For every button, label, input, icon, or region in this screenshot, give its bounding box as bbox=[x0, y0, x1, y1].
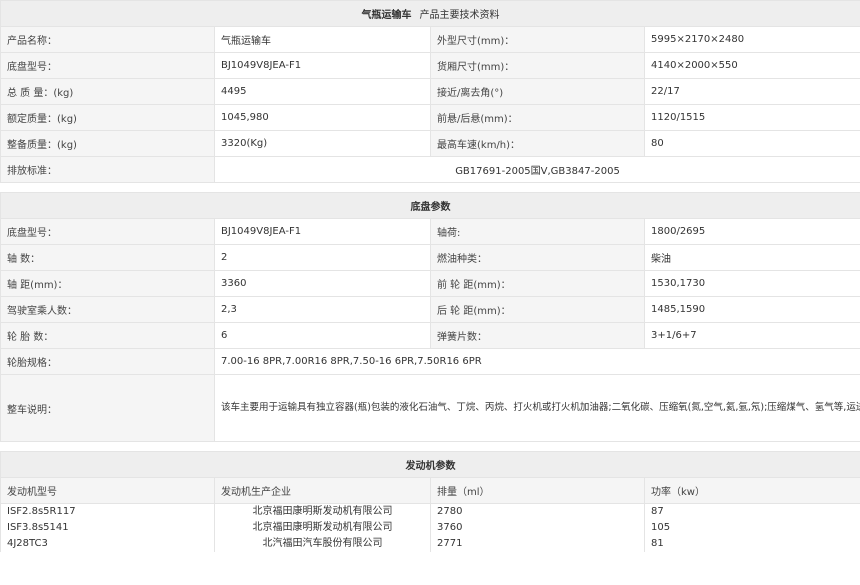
engine-row: ISF3.8s5141 北京福田康明斯发动机有限公司 3760 105 bbox=[0, 520, 860, 536]
spec-label: 驾驶室乘人数： bbox=[0, 296, 215, 323]
spec-label: 货厢尺寸(mm)： bbox=[430, 52, 645, 79]
spec-row: 产品名称： 气瓶运输车 外型尺寸(mm)： 5995×2170×2480 bbox=[0, 26, 860, 53]
spec-label: 底盘型号： bbox=[0, 52, 215, 79]
spec-value: 3360 bbox=[214, 270, 431, 297]
engine-displacement: 2780 bbox=[430, 503, 645, 520]
tire-spec-row: 轮胎规格： 7.00-16 8PR,7.00R16 8PR,7.50-16 6P… bbox=[0, 348, 860, 375]
spec-value: 5995×2170×2480 bbox=[644, 26, 860, 53]
vehicle-description-text: 该车主要用于运输具有独立容器(瓶)包装的液化石油气、丁烷、丙烷、打火机或打火机加… bbox=[214, 374, 860, 442]
engine-spec-table: 发动机参数 发动机型号 发动机生产企业 排量（ml） 功率（kw） ISF2.8… bbox=[0, 451, 860, 552]
engine-manufacturer: 北京福田康明斯发动机有限公司 bbox=[214, 520, 431, 536]
tire-spec-label: 轮胎规格： bbox=[0, 348, 215, 375]
spec-value: 1045,980 bbox=[214, 104, 431, 131]
spec-row: 总 质 量：(kg) 4495 接近/离去角(°) 22/17 bbox=[0, 78, 860, 105]
spec-value: 2 bbox=[214, 244, 431, 271]
chassis-title: 底盘参数 bbox=[0, 192, 860, 219]
spec-value: 2,3 bbox=[214, 296, 431, 323]
spec-value: 1120/1515 bbox=[644, 104, 860, 131]
product-spec-table: 气瓶运输车 产品主要技术资料 产品名称： 气瓶运输车 外型尺寸(mm)： 5995… bbox=[0, 0, 860, 183]
spec-value: BJ1049V8JEA-F1 bbox=[214, 218, 431, 245]
spec-label: 整备质量：(kg) bbox=[0, 130, 215, 157]
spec-page: 气瓶运输车 产品主要技术资料 产品名称： 气瓶运输车 外型尺寸(mm)： 5995… bbox=[0, 0, 860, 585]
spec-label: 后 轮 距(mm)： bbox=[430, 296, 645, 323]
spec-label: 燃油种类： bbox=[430, 244, 645, 271]
engine-title-row: 发动机参数 bbox=[0, 451, 860, 478]
spec-label: 最高车速(km/h)： bbox=[430, 130, 645, 157]
engine-displacement: 2771 bbox=[430, 536, 645, 552]
engine-manufacturer: 北京福田康明斯发动机有限公司 bbox=[214, 503, 431, 520]
engine-header-cell: 发动机生产企业 bbox=[214, 477, 431, 504]
spec-row: 轴 距(mm)： 3360 前 轮 距(mm)： 1530,1730 bbox=[0, 270, 860, 297]
spec-row: 轮 胎 数： 6 弹簧片数： 3+1/6+7 bbox=[0, 322, 860, 349]
engine-header-cell: 发动机型号 bbox=[0, 477, 215, 504]
spec-value: 4140×2000×550 bbox=[644, 52, 860, 79]
engine-header-row: 发动机型号 发动机生产企业 排量（ml） 功率（kw） bbox=[0, 477, 860, 504]
spec-value: 气瓶运输车 bbox=[214, 26, 431, 53]
spec-label: 轴 数： bbox=[0, 244, 215, 271]
engine-header-cell: 排量（ml） bbox=[430, 477, 645, 504]
spec-label: 轴荷: bbox=[430, 218, 645, 245]
spec-value: 1530,1730 bbox=[644, 270, 860, 297]
engine-model: ISF2.8s5R117 bbox=[0, 503, 215, 520]
spec-label: 额定质量：(kg) bbox=[0, 104, 215, 131]
spec-label: 弹簧片数： bbox=[430, 322, 645, 349]
spec-label: 前 轮 距(mm)： bbox=[430, 270, 645, 297]
emission-row: 排放标准： GB17691-2005国Ⅴ,GB3847-2005 bbox=[0, 156, 860, 183]
spec-value: BJ1049V8JEA-F1 bbox=[214, 52, 431, 79]
engine-model: 4J28TC3 bbox=[0, 536, 215, 552]
engine-model: ISF3.8s5141 bbox=[0, 520, 215, 536]
engine-power: 105 bbox=[644, 520, 860, 536]
spec-label: 接近/离去角(°) bbox=[430, 78, 645, 105]
engine-title: 发动机参数 bbox=[0, 451, 860, 478]
spec-label: 前悬/后悬(mm)： bbox=[430, 104, 645, 131]
engine-row: 4J28TC3 北汽福田汽车股份有限公司 2771 81 bbox=[0, 536, 860, 552]
engine-power: 87 bbox=[644, 503, 860, 520]
spec-value: 1800/2695 bbox=[644, 218, 860, 245]
spec-row: 驾驶室乘人数： 2,3 后 轮 距(mm)： 1485,1590 bbox=[0, 296, 860, 323]
engine-row: ISF2.8s5R117 北京福田康明斯发动机有限公司 2780 87 bbox=[0, 503, 860, 520]
spec-value: 22/17 bbox=[644, 78, 860, 105]
spec-row: 额定质量：(kg) 1045,980 前悬/后悬(mm)： 1120/1515 bbox=[0, 104, 860, 131]
spec-label: 总 质 量：(kg) bbox=[0, 78, 215, 105]
vehicle-description-label: 整车说明： bbox=[0, 374, 215, 442]
spec-label: 轮 胎 数： bbox=[0, 322, 215, 349]
spec-label: 产品名称： bbox=[0, 26, 215, 53]
spec-value: 1485,1590 bbox=[644, 296, 860, 323]
spec-value: 4495 bbox=[214, 78, 431, 105]
spec-label: 轴 距(mm)： bbox=[0, 270, 215, 297]
spec-row: 整备质量：(kg) 3320(Kg) 最高车速(km/h)： 80 bbox=[0, 130, 860, 157]
product-subtitle: 产品主要技术资料 bbox=[419, 10, 500, 21]
engine-header-cell: 功率（kw） bbox=[644, 477, 860, 504]
spec-value: 柴油 bbox=[644, 244, 860, 271]
spec-value: 6 bbox=[214, 322, 431, 349]
spec-label: 底盘型号： bbox=[0, 218, 215, 245]
engine-displacement: 3760 bbox=[430, 520, 645, 536]
emission-value: GB17691-2005国Ⅴ,GB3847-2005 bbox=[214, 156, 860, 183]
emission-label: 排放标准： bbox=[0, 156, 215, 183]
spec-value: 3320(Kg) bbox=[214, 130, 431, 157]
engine-manufacturer: 北汽福田汽车股份有限公司 bbox=[214, 536, 431, 552]
vehicle-description-row: 整车说明： 该车主要用于运输具有独立容器(瓶)包装的液化石油气、丁烷、丙烷、打火… bbox=[0, 374, 860, 442]
spec-row: 底盘型号： BJ1049V8JEA-F1 轴荷: 1800/2695 bbox=[0, 218, 860, 245]
tire-spec-value: 7.00-16 8PR,7.00R16 8PR,7.50-16 6PR,7.50… bbox=[214, 348, 860, 375]
spec-row: 底盘型号： BJ1049V8JEA-F1 货厢尺寸(mm)： 4140×2000… bbox=[0, 52, 860, 79]
spec-value: 80 bbox=[644, 130, 860, 157]
chassis-spec-table: 底盘参数 底盘型号： BJ1049V8JEA-F1 轴荷: 1800/2695 … bbox=[0, 192, 860, 442]
spec-row: 轴 数： 2 燃油种类： 柴油 bbox=[0, 244, 860, 271]
product-title: 气瓶运输车 bbox=[361, 10, 412, 21]
chassis-title-row: 底盘参数 bbox=[0, 192, 860, 219]
engine-power: 81 bbox=[644, 536, 860, 552]
spec-value: 3+1/6+7 bbox=[644, 322, 860, 349]
product-title-row: 气瓶运输车 产品主要技术资料 bbox=[0, 0, 860, 27]
spec-label: 外型尺寸(mm)： bbox=[430, 26, 645, 53]
